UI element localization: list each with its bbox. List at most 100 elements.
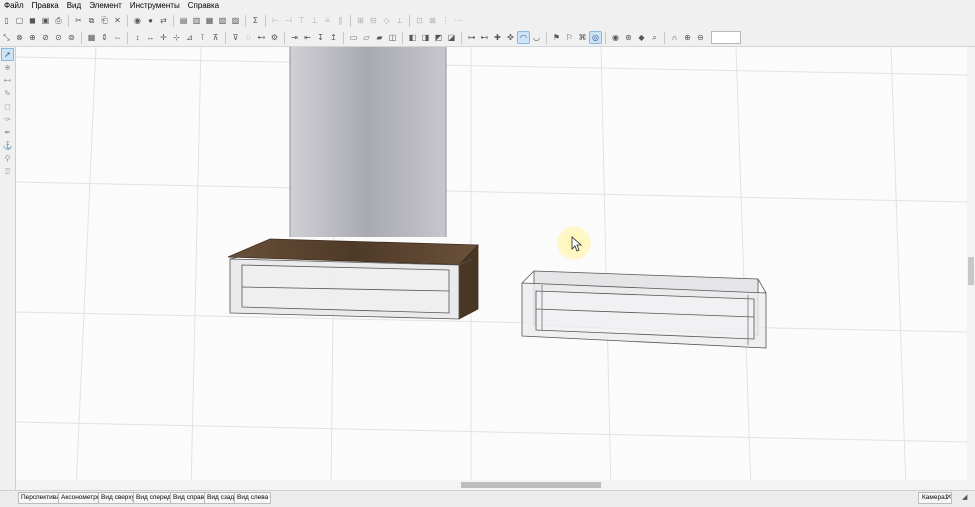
toolbar2-button-26-icon[interactable]: ▰ bbox=[374, 32, 385, 43]
toolbar1-button-3-icon[interactable]: ▣ bbox=[40, 15, 51, 26]
toolbar1-button-29-icon[interactable]: ⊠ bbox=[427, 15, 438, 26]
vertical-scroll-thumb[interactable] bbox=[968, 257, 974, 285]
toolbar2-button-2-icon[interactable]: ⊕ bbox=[27, 32, 38, 43]
toolbar2-button-31-icon[interactable]: ◪ bbox=[446, 32, 457, 43]
toolbar1-button-2-icon[interactable]: ◼ bbox=[27, 15, 38, 26]
toolbar2-button-33-icon[interactable]: ⊷ bbox=[479, 32, 490, 43]
menu-file[interactable]: Файл bbox=[0, 0, 28, 11]
menu-element[interactable]: Элемент bbox=[85, 0, 126, 11]
toolbar2-button-30-icon[interactable]: ◩ bbox=[433, 32, 444, 43]
toolbar2-button-16-icon[interactable]: ⊽ bbox=[230, 32, 241, 43]
toolbar2-button-47-icon[interactable]: ⊕ bbox=[682, 32, 693, 43]
toolbar1-button-12-icon[interactable]: ▤ bbox=[178, 15, 189, 26]
toolbar2-button-15-icon[interactable]: ⊼ bbox=[210, 32, 221, 43]
zoom-input[interactable] bbox=[711, 31, 741, 44]
toolbar1-button-15-icon[interactable]: ▧ bbox=[217, 15, 228, 26]
left-tool-5-icon[interactable]: ✑ bbox=[2, 114, 13, 125]
close-icon[interactable]: ✕ bbox=[946, 492, 952, 503]
toolbar2-button-37-icon[interactable]: ◡ bbox=[531, 32, 542, 43]
toolbar1-button-26-icon[interactable]: ◇ bbox=[381, 15, 392, 26]
toolbar1-button-7-icon[interactable]: ⎗ bbox=[99, 15, 110, 26]
toolbar1-button-18-icon[interactable]: ⊢ bbox=[270, 15, 281, 26]
toolbar2-button-4-icon[interactable]: ⊙ bbox=[53, 32, 64, 43]
menu-tools[interactable]: Инструменты bbox=[126, 0, 184, 11]
toolbar2-button-18-icon[interactable]: ⊷ bbox=[256, 32, 267, 43]
toolbar2-button-25-icon[interactable]: ▱ bbox=[361, 32, 372, 43]
tab-left-view[interactable]: Вид слева bbox=[234, 492, 272, 504]
toolbar2-button-44-icon[interactable]: ◆ bbox=[636, 32, 647, 43]
toolbar1-button-27-icon[interactable]: ⟂ bbox=[394, 15, 405, 26]
toolbar2-button-19-icon[interactable]: ⚙ bbox=[269, 32, 280, 43]
left-tool-3-icon[interactable]: ✎ bbox=[2, 88, 13, 99]
horizontal-scroll-thumb[interactable] bbox=[461, 482, 601, 488]
toolbar1-button-8-icon[interactable]: ✕ bbox=[112, 15, 123, 26]
toolbar2-button-45-icon[interactable]: ⌕ bbox=[649, 32, 660, 43]
toolbar2-button-27-icon[interactable]: ◫ bbox=[387, 32, 398, 43]
menu-help[interactable]: Справка bbox=[184, 0, 223, 11]
toolbar2-button-11-icon[interactable]: ✛ bbox=[158, 32, 169, 43]
tab-top-view[interactable]: Вид сверху bbox=[98, 492, 138, 504]
toolbar2-button-23-icon[interactable]: ↥ bbox=[328, 32, 339, 43]
toolbar1-button-25-icon[interactable]: ⊟ bbox=[368, 15, 379, 26]
toolbar1-button-23-icon[interactable]: ∥ bbox=[335, 15, 346, 26]
toolbar1-button-22-icon[interactable]: ≡ bbox=[322, 15, 333, 26]
toolbar2-button-0-icon[interactable]: ⤡ bbox=[1, 32, 12, 43]
toolbar1-button-4-icon[interactable]: ⎙ bbox=[53, 15, 64, 26]
left-tool-2-icon[interactable]: ⊷ bbox=[2, 75, 13, 86]
toolbar2-button-9-icon[interactable]: ↕ bbox=[132, 32, 143, 43]
toolbar2-button-17-icon[interactable]: ◌ bbox=[243, 32, 254, 43]
toolbar2-button-14-icon[interactable]: ⊺ bbox=[197, 32, 208, 43]
left-tool-8-icon[interactable]: ⚲ bbox=[2, 153, 13, 164]
toolbar1-button-17-icon[interactable]: Σ bbox=[250, 15, 261, 26]
left-tool-9-icon[interactable]: ⍰ bbox=[2, 166, 13, 177]
toolbar2-button-21-icon[interactable]: ⇤ bbox=[302, 32, 313, 43]
menu-view[interactable]: Вид bbox=[63, 0, 85, 11]
toolbar2-button-35-icon[interactable]: ✜ bbox=[505, 32, 516, 43]
toolbar2-button-5-icon[interactable]: ⊚ bbox=[66, 32, 77, 43]
toolbar2-button-10-icon[interactable]: ↔ bbox=[145, 32, 156, 43]
toolbar2-button-43-icon[interactable]: ⊛ bbox=[623, 32, 634, 43]
toolbar1-button-19-icon[interactable]: ⊣ bbox=[283, 15, 294, 26]
toolbar2-button-8-icon[interactable]: ⇔ bbox=[112, 32, 123, 43]
toolbar2-button-48-icon[interactable]: ⊖ bbox=[695, 32, 706, 43]
toolbar2-button-32-icon[interactable]: ⊶ bbox=[466, 32, 477, 43]
toolbar1-button-9-icon[interactable]: ◉ bbox=[132, 15, 143, 26]
toolbar1-button-10-icon[interactable]: ● bbox=[145, 15, 156, 26]
toolbar1-button-28-icon[interactable]: ⊡ bbox=[414, 15, 425, 26]
toolbar1-button-31-icon[interactable]: ⋯ bbox=[453, 15, 464, 26]
toolbar2-button-6-icon[interactable]: ▦ bbox=[86, 32, 97, 43]
toolbar2-button-39-icon[interactable]: ⚐ bbox=[564, 32, 575, 43]
toolbar2-button-12-icon[interactable]: ⊹ bbox=[171, 32, 182, 43]
toolbar2-button-7-icon[interactable]: ⇕ bbox=[99, 32, 110, 43]
toolbar2-button-24-icon[interactable]: ▭ bbox=[348, 32, 359, 43]
menu-edit[interactable]: Правка bbox=[28, 0, 63, 11]
toolbar2-button-41-icon[interactable]: ◎ bbox=[589, 31, 602, 44]
vertical-scrollbar[interactable] bbox=[967, 47, 975, 490]
toolbar2-button-46-icon[interactable]: ∩ bbox=[669, 32, 680, 43]
left-tool-1-icon[interactable]: ⋇ bbox=[2, 62, 13, 73]
toolbar2-button-42-icon[interactable]: ◉ bbox=[610, 32, 621, 43]
toolbar1-button-0-icon[interactable]: ▯ bbox=[1, 15, 12, 26]
toolbar1-button-6-icon[interactable]: ⧉ bbox=[86, 15, 97, 26]
toolbar2-button-36-icon[interactable]: ◠ bbox=[517, 31, 530, 44]
toolbar2-button-3-icon[interactable]: ⊘ bbox=[40, 32, 51, 43]
toolbar1-button-14-icon[interactable]: ▦ bbox=[204, 15, 215, 26]
toolbar2-button-29-icon[interactable]: ◨ bbox=[420, 32, 431, 43]
toolbar1-button-24-icon[interactable]: ⊞ bbox=[355, 15, 366, 26]
toolbar2-button-1-icon[interactable]: ⊗ bbox=[14, 32, 25, 43]
toolbar2-button-34-icon[interactable]: ✚ bbox=[492, 32, 503, 43]
toolbar1-button-16-icon[interactable]: ▨ bbox=[230, 15, 241, 26]
toolbar1-button-5-icon[interactable]: ✂ bbox=[73, 15, 84, 26]
toolbar1-button-21-icon[interactable]: ⊥ bbox=[309, 15, 320, 26]
3d-viewport[interactable] bbox=[16, 47, 967, 490]
toolbar1-button-20-icon[interactable]: ⊤ bbox=[296, 15, 307, 26]
horizontal-scrollbar[interactable] bbox=[16, 480, 967, 490]
toolbar2-button-38-icon[interactable]: ⚑ bbox=[551, 32, 562, 43]
left-tool-4-icon[interactable]: ◻ bbox=[2, 101, 13, 112]
toolbar1-button-13-icon[interactable]: ▥ bbox=[191, 15, 202, 26]
toolbar1-button-30-icon[interactable]: ⋮ bbox=[440, 15, 451, 26]
toolbar1-button-11-icon[interactable]: ⇄ bbox=[158, 15, 169, 26]
left-tool-0-icon[interactable]: ➚ bbox=[1, 48, 14, 61]
tab-perspective[interactable]: Перспектива bbox=[18, 492, 63, 504]
toolbar2-button-20-icon[interactable]: ⇥ bbox=[289, 32, 300, 43]
